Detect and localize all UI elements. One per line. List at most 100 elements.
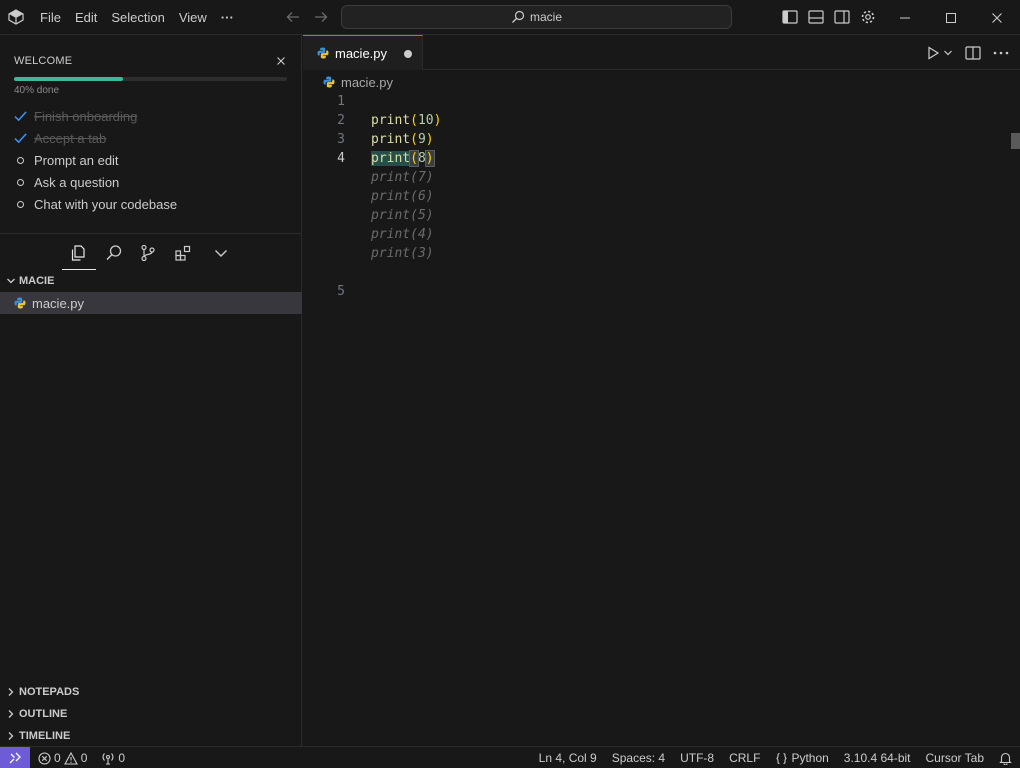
- menu-file[interactable]: File: [33, 6, 68, 30]
- window-controls: [882, 0, 1020, 35]
- minimize-icon[interactable]: [882, 0, 928, 35]
- editor-area: macie.py macie.py 1 2 print(10) 3 print(9) 4 p…: [303, 35, 1020, 746]
- code-text: print(10): [371, 113, 442, 128]
- forward-arrow-icon[interactable]: [311, 8, 331, 26]
- search-text: macie: [529, 10, 562, 24]
- panel-title: OUTLINE: [19, 708, 68, 720]
- warning-icon: [63, 751, 78, 765]
- chevron-down-icon: [4, 274, 18, 288]
- scrollbar-slider[interactable]: [1011, 133, 1020, 149]
- onboarding-progress-fill: [14, 77, 124, 81]
- code-editor[interactable]: 1 2 print(10) 3 print(9) 4 print(8) print(7) pri…: [303, 92, 1020, 301]
- toggle-secondary-sidebar-icon[interactable]: [832, 8, 852, 26]
- status-right: Ln 4, Col 9 Spaces: 4 UTF-8 CRLF Python …: [539, 747, 1012, 768]
- more-actions-icon[interactable]: [992, 44, 1010, 62]
- close-window-icon[interactable]: [974, 0, 1020, 35]
- title-bar: File Edit Selection View ··· macie: [0, 0, 1020, 35]
- primary-sidebar: WELCOME 40% done Finish onboarding Accep…: [0, 35, 302, 746]
- toggle-primary-sidebar-icon[interactable]: [780, 8, 800, 26]
- checkmark-icon: [14, 110, 27, 123]
- menu-more[interactable]: ···: [214, 6, 241, 30]
- code-line[interactable]: 2 print(10): [303, 111, 1020, 130]
- layout-controls: [780, 8, 878, 26]
- line-number: 3: [337, 132, 345, 147]
- settings-gear-icon[interactable]: [858, 8, 878, 26]
- cursor-position[interactable]: Ln 4, Col 9: [539, 747, 597, 768]
- code-line[interactable]: print(4): [303, 225, 1020, 244]
- code-line[interactable]: print(6): [303, 187, 1020, 206]
- activity-bar: [0, 235, 302, 271]
- warning-count: 0: [80, 751, 88, 765]
- breadcrumb[interactable]: macie.py: [323, 73, 393, 91]
- checklist-item[interactable]: Ask a question: [14, 171, 177, 193]
- breadcrumb-file: macie.py: [341, 74, 394, 90]
- search-icon: [512, 10, 525, 23]
- status-bar: 0 0 0 Ln 4, Col 9 Spaces: 4 UTF-8 CRLF P…: [0, 746, 1020, 768]
- line-number: 5: [337, 284, 345, 299]
- panel-notepads[interactable]: NOTEPADS: [0, 681, 302, 703]
- chevron-down-icon[interactable]: [942, 44, 954, 62]
- source-control-icon[interactable]: [138, 243, 158, 263]
- status-left: 0 0 0: [38, 747, 125, 768]
- code-line[interactable]: 5: [303, 282, 1020, 301]
- problems-indicator[interactable]: 0 0: [38, 747, 87, 768]
- chevron-down-icon[interactable]: [211, 243, 231, 263]
- menu-view[interactable]: View: [172, 6, 214, 30]
- explorer-folder-header[interactable]: MACIE: [0, 271, 302, 291]
- maximize-icon[interactable]: [928, 0, 974, 35]
- code-line[interactable]: print(7): [303, 168, 1020, 187]
- python-file-icon: [14, 297, 26, 309]
- command-center-search[interactable]: macie: [341, 5, 732, 29]
- ghost-suggestion: print(6): [371, 189, 434, 204]
- code-line[interactable]: 1: [303, 92, 1020, 111]
- menu-selection[interactable]: Selection: [104, 6, 171, 30]
- ghost-suggestion: print(3): [371, 246, 434, 261]
- editor-tab-bar: macie.py: [303, 35, 1020, 70]
- python-file-icon: [323, 76, 335, 88]
- menu-bar: File Edit Selection View ···: [33, 0, 241, 35]
- toggle-panel-icon[interactable]: [806, 8, 826, 26]
- checklist-item[interactable]: Accept a tab: [14, 127, 177, 149]
- explorer-files-icon[interactable]: [68, 243, 88, 263]
- folder-name: MACIE: [19, 275, 55, 287]
- code-line[interactable]: 4 print(8): [303, 149, 1020, 168]
- unsaved-dot-icon[interactable]: [404, 50, 412, 58]
- file-name: macie.py: [32, 295, 85, 311]
- chevron-right-icon: [4, 707, 18, 721]
- checklist-item[interactable]: Chat with your codebase: [14, 193, 177, 215]
- circle-icon: [14, 198, 27, 211]
- checklist-item[interactable]: Prompt an edit: [14, 149, 177, 171]
- code-line[interactable]: 3 print(9): [303, 130, 1020, 149]
- file-tree-item[interactable]: macie.py: [0, 292, 302, 314]
- panel-timeline[interactable]: TIMELINE: [0, 725, 302, 747]
- panel-outline[interactable]: OUTLINE: [0, 703, 302, 725]
- menu-edit[interactable]: Edit: [68, 6, 104, 30]
- remote-indicator[interactable]: [0, 747, 30, 768]
- app-logo-icon: [8, 9, 24, 25]
- python-interpreter[interactable]: 3.10.4 64-bit: [844, 747, 911, 768]
- close-icon[interactable]: [275, 55, 287, 67]
- language-label: Python: [791, 751, 829, 765]
- back-arrow-icon[interactable]: [283, 8, 303, 26]
- indentation[interactable]: Spaces: 4: [612, 747, 665, 768]
- ports-indicator[interactable]: 0: [101, 747, 125, 768]
- line-number: 1: [337, 94, 345, 109]
- code-line[interactable]: print(5): [303, 206, 1020, 225]
- checklist-item[interactable]: Finish onboarding: [14, 105, 177, 127]
- extensions-icon[interactable]: [173, 243, 193, 263]
- split-editor-icon[interactable]: [964, 44, 982, 62]
- search-icon[interactable]: [104, 243, 124, 263]
- code-line[interactable]: print(3): [303, 244, 1020, 263]
- run-icon[interactable]: [924, 44, 942, 62]
- notifications-bell-icon[interactable]: [999, 747, 1012, 768]
- circle-icon: [14, 154, 27, 167]
- tab-label: macie.py: [335, 45, 388, 61]
- encoding[interactable]: UTF-8: [680, 747, 714, 768]
- code-text: print(8): [371, 150, 435, 167]
- editor-tab[interactable]: macie.py: [303, 35, 423, 70]
- cursor-tab-status[interactable]: Cursor Tab: [926, 747, 984, 768]
- end-of-line[interactable]: CRLF: [729, 747, 760, 768]
- code-line[interactable]: [303, 263, 1020, 282]
- language-mode[interactable]: Python: [775, 747, 829, 768]
- error-count: 0: [54, 751, 61, 765]
